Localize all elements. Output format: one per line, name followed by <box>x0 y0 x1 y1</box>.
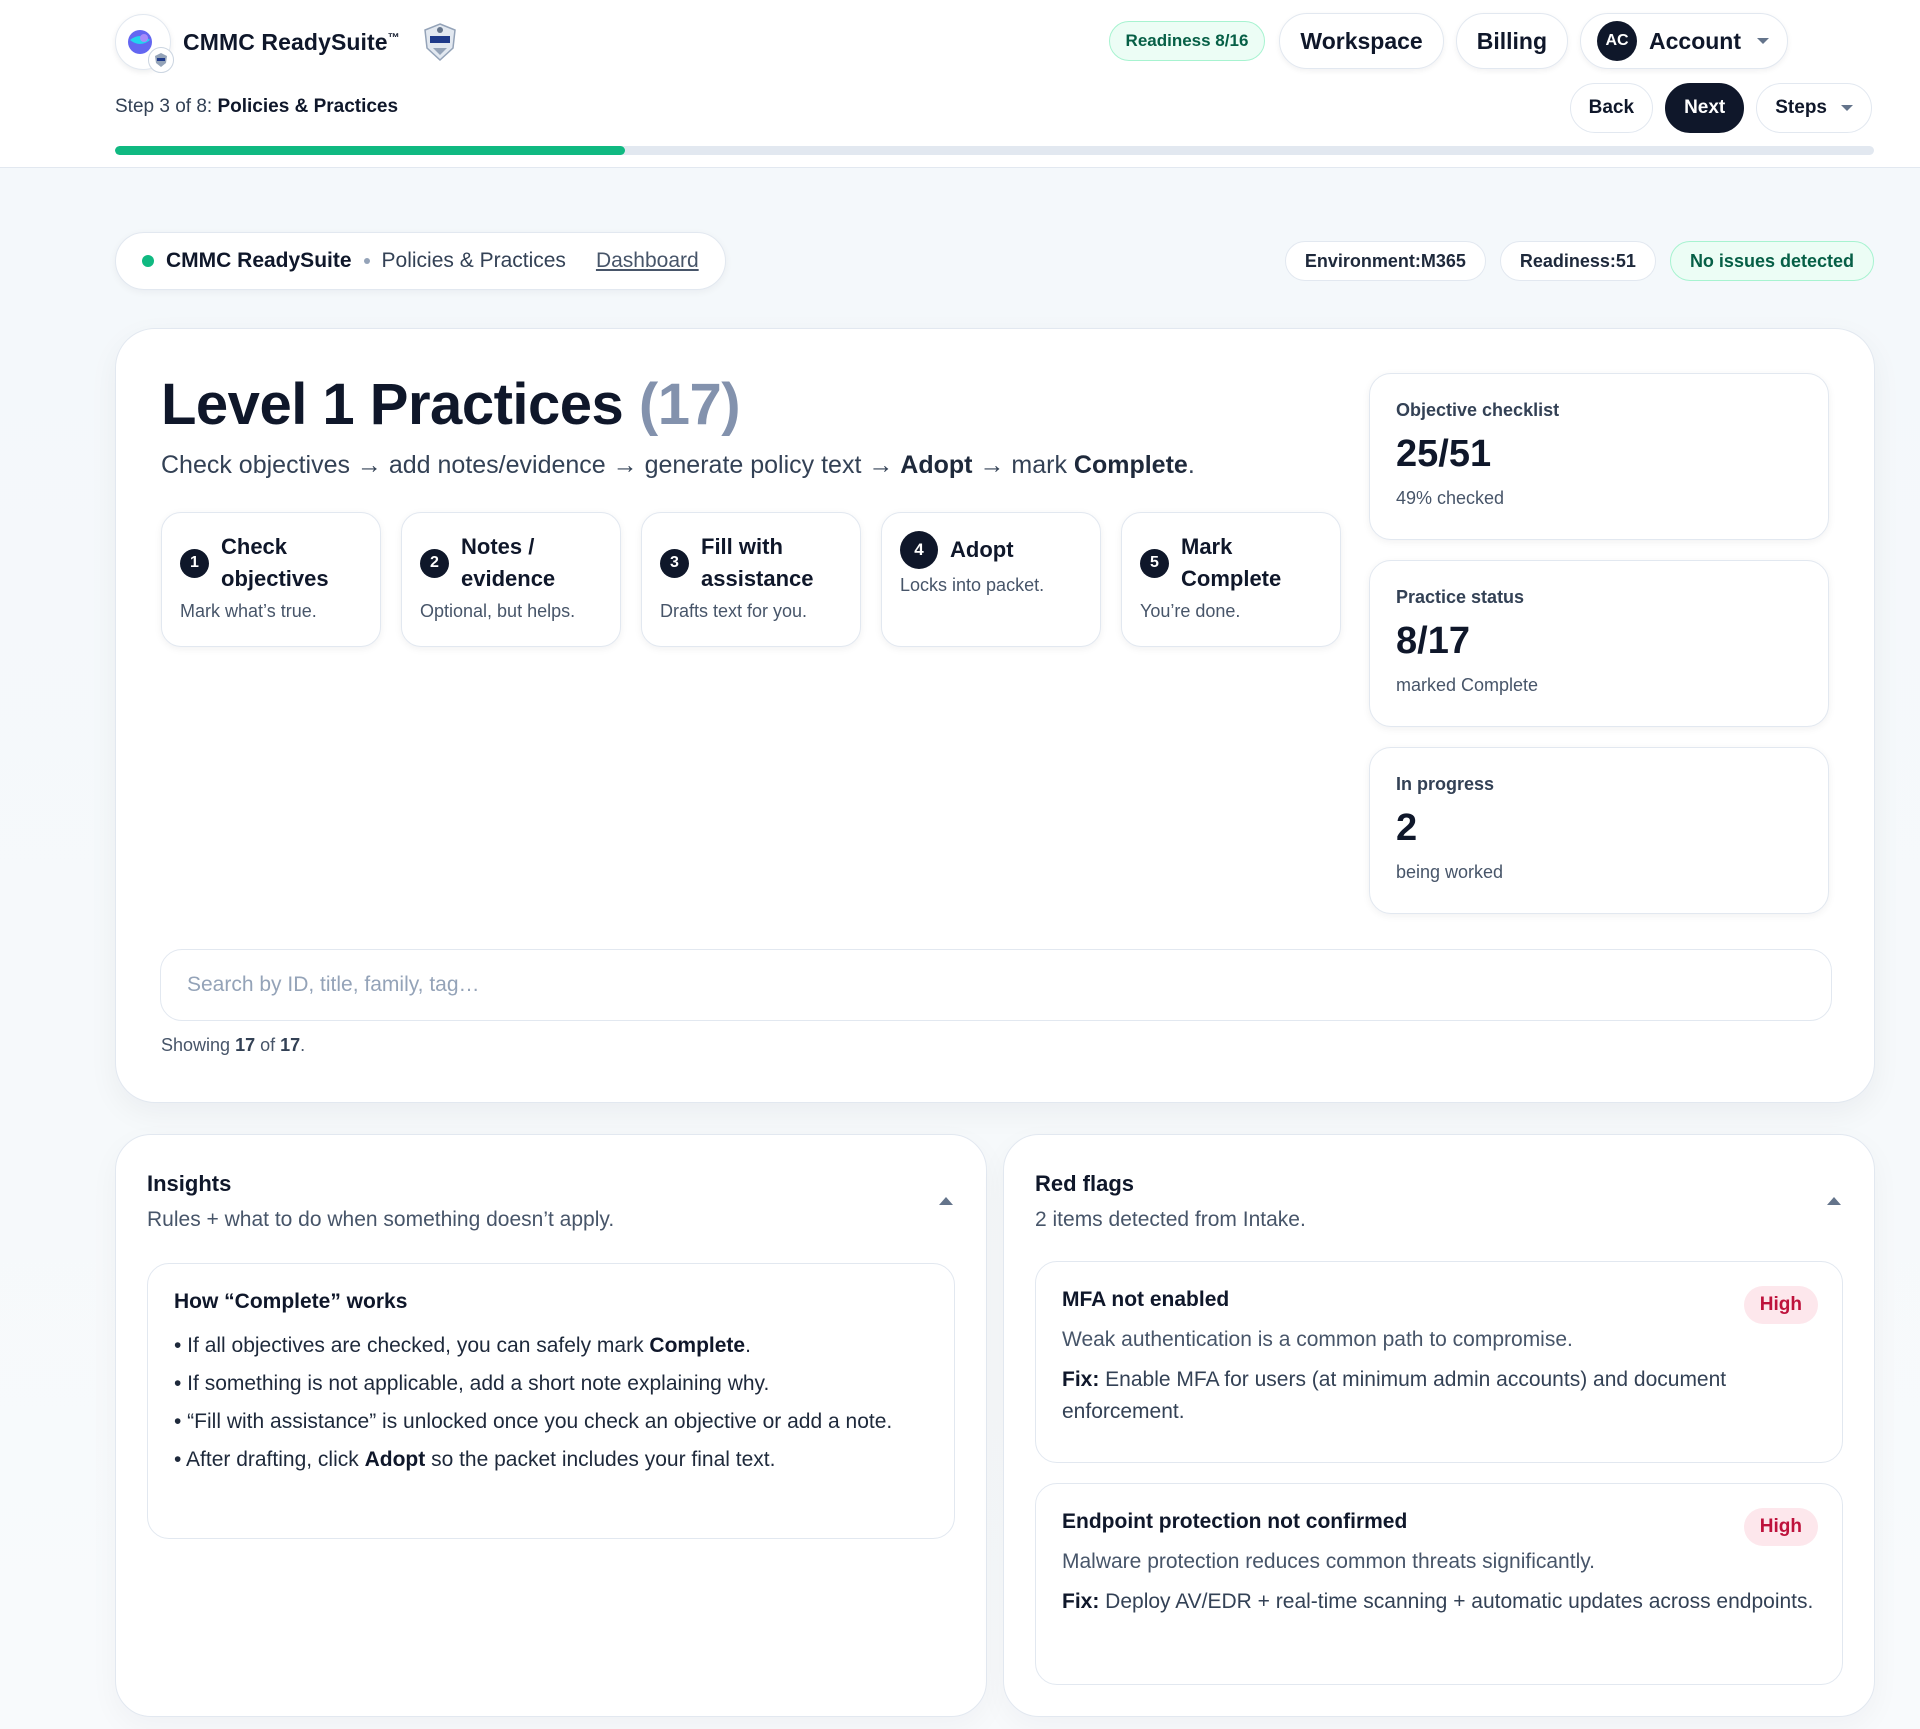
insight-bullet: • “Fill with assistance” is unlocked onc… <box>174 1410 893 1433</box>
step-card-adopt: 4 Adopt Locks into packet. <box>881 512 1101 647</box>
panel-subtitle: Rules + what to do when something doesn’… <box>147 1208 615 1231</box>
step-card-check-objectives: 1 Check objectives Mark what’s true. <box>161 512 381 647</box>
step-number: 2 <box>420 548 449 578</box>
issues-status-chip: No issues detected <box>1669 241 1874 281</box>
results-count: Showing 17 of 17. <box>161 1035 306 1055</box>
step-desc: Locks into packet. <box>900 575 1045 595</box>
progress-fill <box>115 146 626 155</box>
stat-note: marked Complete <box>1396 675 1539 695</box>
step-card-mark-complete: 5 Mark Complete You’re done. <box>1121 512 1341 647</box>
practices-card: Level 1 Practices (17) Check objectives … <box>115 328 1875 1103</box>
panel-title: Insights <box>147 1171 232 1196</box>
stat-note: 49% checked <box>1396 488 1505 508</box>
step-desc: Optional, but helps. <box>420 601 576 621</box>
stat-value: 2 <box>1396 807 1418 849</box>
step-title: Mark Complete <box>1181 534 1282 591</box>
insight-bullet: • After drafting, click Adopt so the pac… <box>174 1448 776 1471</box>
badge-icon <box>148 47 174 73</box>
billing-button[interactable]: Billing <box>1455 13 1568 69</box>
flag-title: Endpoint protection not confirmed <box>1062 1510 1408 1533</box>
back-button[interactable]: Back <box>1569 83 1654 133</box>
workflow-steps: 1 Check objectives Mark what’s true. 2 N… <box>161 512 1341 647</box>
step-name: Policies & Practices <box>217 96 399 117</box>
workflow-subtitle: Check objectives → add notes/evidence → … <box>161 451 1195 479</box>
globe-logo-icon <box>115 14 174 73</box>
title-count: (17) <box>638 372 741 437</box>
step-desc: You’re done. <box>1140 601 1241 621</box>
dashboard-link[interactable]: Dashboard <box>596 249 699 273</box>
account-label: Account <box>1649 27 1741 54</box>
top-header: CMMC ReadySuite™ Readiness 8/16 Workspac… <box>0 0 1920 168</box>
step-prefix: Step 3 of 8: <box>115 96 213 117</box>
chevron-down-icon <box>1841 105 1853 111</box>
flag-fix: Fix: Enable MFA for users (at minimum ad… <box>1062 1368 1727 1423</box>
workspace-button[interactable]: Workspace <box>1279 13 1444 69</box>
red-flags-panel: Red flags 2 items detected from Intake. … <box>1003 1134 1875 1717</box>
shield-seal-icon <box>424 23 456 62</box>
stat-label: Practice status <box>1396 587 1525 607</box>
stat-objective-checklist: Objective checklist 25/51 49% checked <box>1369 373 1829 540</box>
step-actions: Back Next Steps <box>1569 83 1872 133</box>
flag-fix: Fix: Deploy AV/EDR + real-time scanning … <box>1062 1590 1814 1613</box>
chevron-up-icon[interactable] <box>1827 1197 1841 1205</box>
stat-value: 8/17 <box>1396 620 1470 662</box>
stat-in-progress: In progress 2 being worked <box>1369 747 1829 914</box>
status-chips: Environment:M365 Readiness:51 No issues … <box>1284 241 1874 281</box>
panel-title: Red flags <box>1035 1171 1135 1196</box>
how-complete-works-card: How “Complete” works • If all objectives… <box>147 1263 955 1539</box>
step-title: Notes / evidence <box>461 534 556 591</box>
step-card-notes-evidence: 2 Notes / evidence Optional, but helps. <box>401 512 621 647</box>
breadcrumb-app: CMMC ReadySuite <box>166 249 352 272</box>
stat-note: being worked <box>1396 862 1504 882</box>
step-card-fill-assistance: 3 Fill with assistance Drafts text for y… <box>641 512 861 647</box>
red-flag-item: Endpoint protection not confirmed High M… <box>1035 1483 1843 1685</box>
severity-badge: High <box>1743 1286 1818 1324</box>
step-indicator: Step 3 of 8: Policies & Practices <box>115 96 398 118</box>
insight-bullet: • If all objectives are checked, you can… <box>174 1334 751 1357</box>
title-text: Level 1 Practices <box>161 372 624 437</box>
step-number: 4 <box>900 531 938 569</box>
step-number: 5 <box>1140 548 1169 578</box>
panel-subtitle: 2 items detected from Intake. <box>1035 1208 1306 1231</box>
flag-desc: Malware protection reduces common threat… <box>1062 1550 1596 1573</box>
step-desc: Drafts text for you. <box>660 601 808 621</box>
account-menu-button[interactable]: AC Account <box>1580 13 1788 69</box>
step-title: Fill with assistance <box>701 534 814 591</box>
insights-panel: Insights Rules + what to do when somethi… <box>115 1134 987 1717</box>
steps-menu-button[interactable]: Steps <box>1756 83 1872 133</box>
top-nav: Readiness 8/16 Workspace Billing AC Acco… <box>1108 13 1788 69</box>
step-number: 3 <box>660 548 689 578</box>
chevron-down-icon <box>1757 38 1769 44</box>
stat-label: Objective checklist <box>1396 400 1560 420</box>
readiness-badge[interactable]: Readiness 8/16 <box>1108 21 1266 61</box>
avatar: AC <box>1597 21 1637 61</box>
step-title: Check objectives <box>221 534 329 591</box>
practice-search-input[interactable] <box>160 949 1832 1021</box>
status-dot-icon <box>142 255 154 267</box>
environment-chip: Environment:M365 <box>1284 241 1486 281</box>
insight-bullet: • If something is not applicable, add a … <box>174 1372 770 1395</box>
next-button[interactable]: Next <box>1665 83 1745 133</box>
page-title: Level 1 Practices (17) <box>161 371 741 438</box>
red-flag-item: MFA not enabled High Weak authentication… <box>1035 1261 1843 1463</box>
step-number: 1 <box>180 548 209 578</box>
breadcrumb: CMMC ReadySuite Policies & Practices Das… <box>115 232 726 290</box>
card-title: How “Complete” works <box>174 1290 408 1313</box>
wizard-progress-bar <box>115 146 1874 155</box>
stat-label: In progress <box>1396 774 1495 794</box>
step-desc: Mark what’s true. <box>180 601 317 621</box>
stat-value: 25/51 <box>1396 433 1492 475</box>
brand[interactable]: CMMC ReadySuite™ <box>115 14 458 73</box>
step-title: Adopt <box>950 537 1014 562</box>
breadcrumb-page: Policies & Practices <box>381 249 566 272</box>
flag-title: MFA not enabled <box>1062 1288 1230 1311</box>
separator-dot <box>363 258 370 264</box>
severity-badge: High <box>1743 1508 1818 1546</box>
stat-practice-status: Practice status 8/17 marked Complete <box>1369 560 1829 727</box>
chevron-up-icon[interactable] <box>939 1197 953 1205</box>
flag-desc: Weak authentication is a common path to … <box>1062 1328 1573 1351</box>
readiness-chip: Readiness:51 <box>1499 241 1656 281</box>
brand-name: CMMC ReadySuite™ <box>183 28 400 55</box>
steps-label: Steps <box>1775 97 1827 118</box>
